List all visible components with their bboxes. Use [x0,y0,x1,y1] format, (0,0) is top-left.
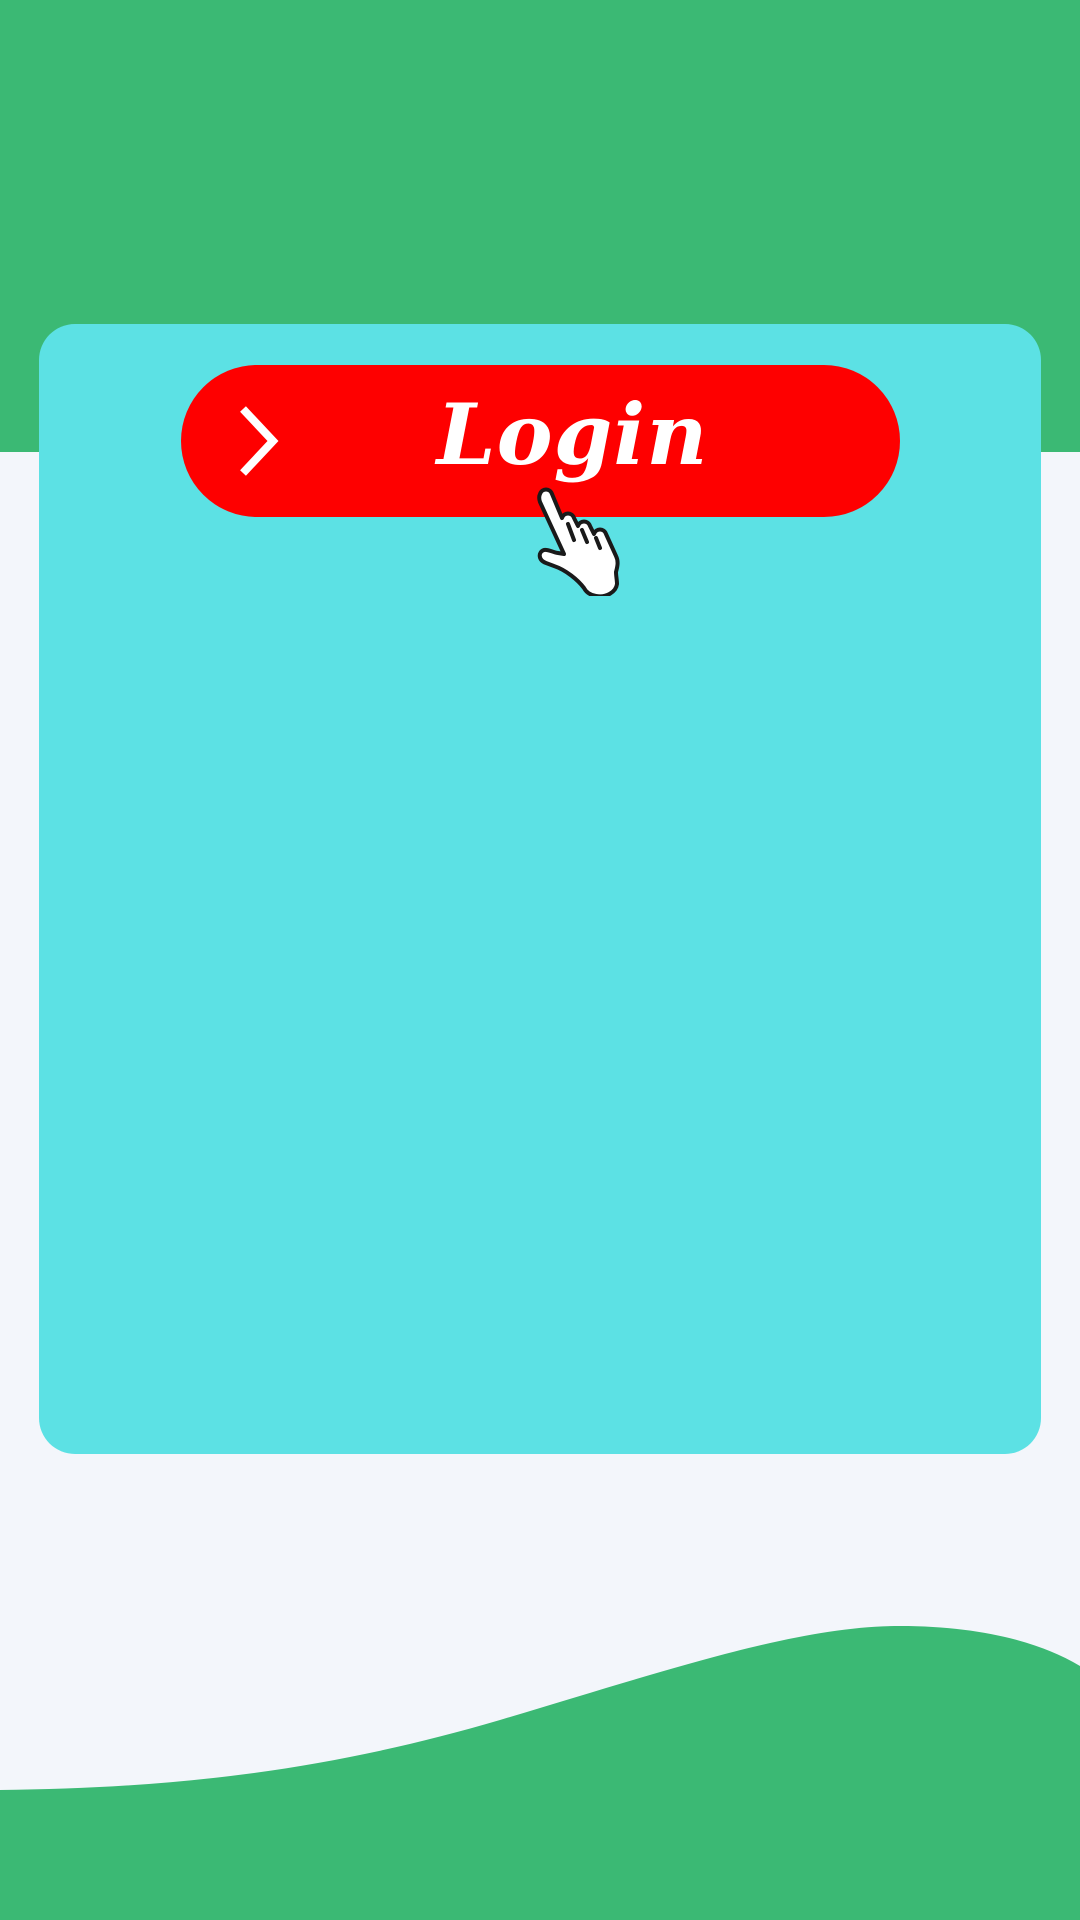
hand-pointer-icon [537,487,620,596]
bottom-wave-decoration [0,1626,1080,1920]
